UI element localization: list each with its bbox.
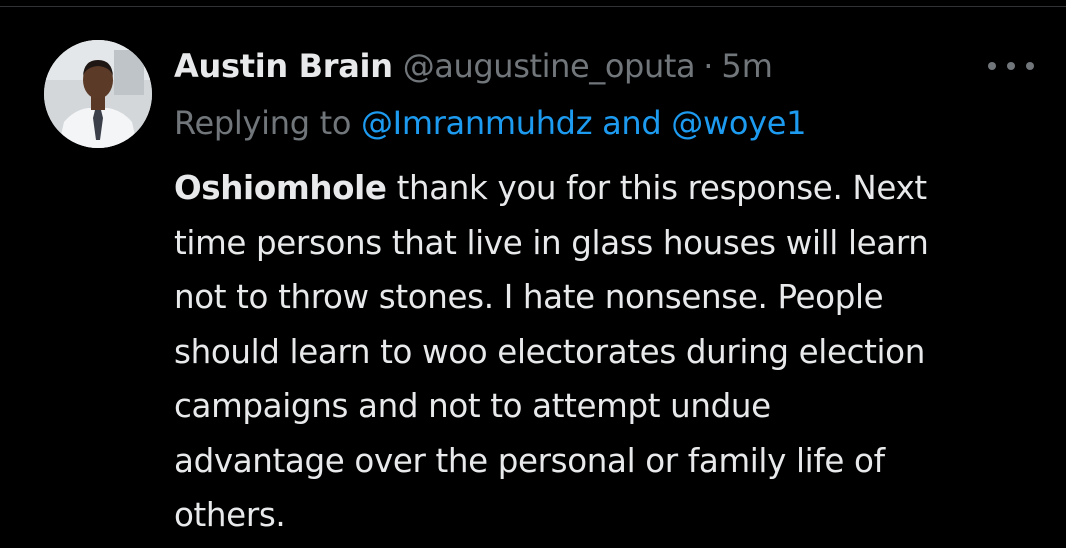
- separator-dot: ·: [703, 47, 714, 85]
- tweet-text-line: not to throw stones. I hate nonsense. Pe…: [174, 278, 884, 316]
- avatar-photo: [44, 40, 152, 148]
- mention-imranmuhdz[interactable]: @Imranmuhdz: [361, 104, 593, 142]
- more-dot: [1007, 62, 1015, 70]
- tweet-text-line: advantage over the personal or family li…: [174, 441, 885, 480]
- mention-woye1[interactable]: @woye1: [671, 104, 806, 142]
- tweet-text-line: others.: [174, 496, 286, 534]
- tweet-card[interactable]: Austin Brain @augustine_oputa · 5m Reply…: [0, 0, 1066, 548]
- mention-conjunction[interactable]: and: [602, 104, 662, 142]
- tweet-text-line: Oshiomhole thank you for this response. …: [174, 161, 1044, 216]
- tweet-text-line: time persons that live in glass houses w…: [174, 223, 929, 262]
- tweet-text-line: should learn to woo electorates during e…: [174, 332, 925, 371]
- tweet-text-line: campaigns and not to attempt undue: [174, 387, 771, 425]
- author-name[interactable]: Austin Brain: [174, 44, 393, 88]
- tweet-text-line1-rest: thank you for this response. Next: [386, 169, 928, 207]
- tweet-text-bold-lead: Oshiomhole: [174, 169, 387, 207]
- more-dot: [1026, 62, 1034, 70]
- more-dot: [988, 62, 996, 70]
- avatar[interactable]: [44, 40, 152, 148]
- tweet-text: Oshiomhole thank you for this response. …: [174, 161, 1044, 543]
- replying-to-label: Replying to: [174, 104, 352, 142]
- timestamp[interactable]: 5m: [721, 44, 773, 88]
- more-horizontal-icon[interactable]: [988, 58, 1034, 74]
- author-handle[interactable]: @augustine_oputa: [403, 44, 696, 88]
- replying-to: Replying to @Imranmuhdz and @woye1: [174, 101, 806, 145]
- tweet-header: Austin Brain @augustine_oputa · 5m: [174, 44, 773, 88]
